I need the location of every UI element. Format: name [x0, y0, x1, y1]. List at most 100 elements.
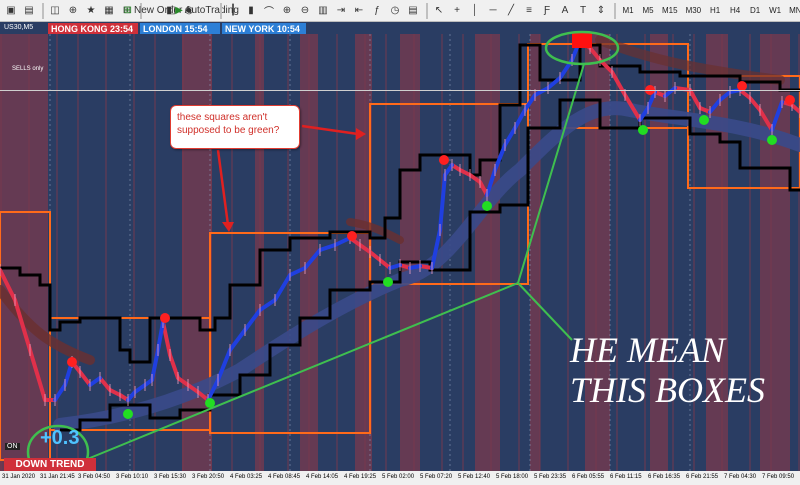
- toolbar-separator: [220, 2, 222, 19]
- periods-icon[interactable]: ◷: [387, 3, 403, 19]
- arrows-icon[interactable]: ⇕: [593, 3, 609, 19]
- session-time: 10:54: [276, 23, 300, 34]
- session-stripe: [336, 34, 338, 471]
- chart-shift-icon[interactable]: ⇤: [351, 3, 367, 19]
- sells-only-label: SELLS only: [12, 66, 44, 72]
- time-axis-label: 4 Feb 03:25: [230, 474, 263, 480]
- toolbar-separator: [42, 2, 44, 19]
- time-axis-label: 6 Feb 16:35: [648, 474, 681, 480]
- buy-signal-dot: [123, 409, 133, 419]
- sell-signal-dot: [67, 357, 77, 367]
- time-axis-label: 4 Feb 19:25: [344, 474, 377, 480]
- cursor-icon[interactable]: ↖: [431, 3, 447, 19]
- session-stripe: [364, 34, 366, 471]
- time-axis-label: 31 Jan 2020: [2, 474, 36, 480]
- timeframe-h4[interactable]: H4: [726, 3, 744, 19]
- buy-signal-dot: [699, 115, 709, 125]
- label-icon[interactable]: T: [575, 3, 591, 19]
- text-icon[interactable]: A: [557, 3, 573, 19]
- channel-icon[interactable]: ≡: [521, 3, 537, 19]
- new-order-icon: ⊞: [123, 5, 133, 16]
- buy-signal-dot: [383, 277, 393, 287]
- navigator-icon[interactable]: ★: [83, 3, 99, 19]
- time-axis-label: 4 Feb 08:45: [268, 474, 301, 480]
- new-chart-icon[interactable]: ▣: [3, 3, 19, 19]
- time-axis: 31 Jan 2020 31 Jan 21:45 3 Feb 04:50 3 Feb …: [0, 471, 800, 485]
- timeframe-m15[interactable]: M15: [659, 3, 681, 19]
- session-stripe: [308, 34, 310, 471]
- timeframe-m5[interactable]: M5: [639, 3, 657, 19]
- timeframe-m30[interactable]: M30: [683, 3, 705, 19]
- toolbar-separator: [426, 2, 428, 19]
- session-time: 15:54: [184, 23, 208, 34]
- time-axis-label: 5 Feb 12:40: [458, 474, 491, 480]
- autotrading-icon: ▶: [175, 5, 183, 16]
- session-stripe: [182, 34, 184, 471]
- session-stripe: [385, 34, 387, 471]
- toolbar: ▣ ▤ ◫ ⊕ ★ ▦ ⊞ ⊞ New Order ◧ ◉ ▶ AutoTradin…: [0, 0, 800, 22]
- timeframe-mn[interactable]: MN: [786, 3, 800, 19]
- bar-chart-icon[interactable]: ┃: [225, 3, 241, 19]
- session-stripe: [0, 34, 48, 471]
- session-stripe: [105, 34, 107, 471]
- time-axis-label: 5 Feb 18:00: [496, 474, 529, 480]
- autotrading-button[interactable]: ▶ AutoTrading: [175, 3, 239, 19]
- sell-signal-dot: [347, 231, 357, 241]
- session-stripe: [287, 34, 289, 471]
- line-chart-icon[interactable]: ⌒: [261, 3, 277, 19]
- data-window-icon[interactable]: ⊕: [65, 3, 81, 19]
- fibonacci-icon[interactable]: Ƒ: [539, 3, 555, 19]
- time-axis-label: 5 Feb 07:20: [420, 474, 453, 480]
- sell-signal-dot: [785, 95, 795, 105]
- indicators-icon[interactable]: ƒ: [369, 3, 385, 19]
- timeframe-d1[interactable]: D1: [746, 3, 764, 19]
- session-stripe: [475, 34, 500, 471]
- timeframe-m1[interactable]: M1: [619, 3, 637, 19]
- annotation-line-2: THIS BOXES: [570, 370, 765, 410]
- timeframe-w1[interactable]: W1: [766, 3, 784, 19]
- price-chart[interactable]: [0, 22, 800, 485]
- time-axis-label: 5 Feb 02:00: [382, 474, 415, 480]
- time-axis-label: 6 Feb 21:55: [686, 474, 719, 480]
- buy-signal-dot: [767, 135, 777, 145]
- tile-windows-icon[interactable]: ▥: [315, 3, 331, 19]
- chart-symbol: US30,M5: [4, 24, 34, 31]
- market-watch-icon[interactable]: ◫: [47, 3, 63, 19]
- session-stripe: [400, 34, 420, 471]
- new-order-button[interactable]: ⊞ New Order: [124, 3, 183, 19]
- buy-signal-dot: [638, 125, 648, 135]
- candlestick-icon[interactable]: ▮: [243, 3, 259, 19]
- on-toggle[interactable]: ON: [5, 443, 20, 450]
- top-marker: [572, 32, 592, 48]
- session-stripe: [539, 34, 541, 471]
- time-axis-label: 4 Feb 14:05: [306, 474, 339, 480]
- session-stripe: [462, 34, 464, 471]
- vertical-line-icon[interactable]: │: [467, 3, 483, 19]
- trendline-icon[interactable]: ╱: [503, 3, 519, 19]
- session-stripe: [77, 34, 79, 471]
- profiles-icon[interactable]: ▤: [21, 3, 37, 19]
- horizontal-line-icon[interactable]: ─: [485, 3, 501, 19]
- callout-note: these squares aren't supposed to be gree…: [170, 105, 300, 149]
- buy-signal-dot: [482, 201, 492, 211]
- time-axis-label: 31 Jan 21:45: [40, 474, 75, 480]
- time-axis-label: 3 Feb 20:50: [192, 474, 225, 480]
- autoscroll-icon[interactable]: ⇥: [333, 3, 349, 19]
- timeframe-h1[interactable]: H1: [706, 3, 724, 19]
- zoom-in-icon[interactable]: ⊕: [279, 3, 295, 19]
- session-stripe: [770, 34, 772, 471]
- terminal-icon[interactable]: ▦: [101, 3, 117, 19]
- horizontal-price-line[interactable]: [0, 90, 800, 91]
- timeframe-group: M1 M5 M15 M30 H1 H4 D1 W1 MN: [619, 3, 800, 19]
- time-axis-label: 7 Feb 09:50: [762, 474, 795, 480]
- session-stripe: [413, 34, 415, 471]
- session-london: LONDON 15:54: [140, 23, 220, 34]
- trend-value: +0.3: [40, 427, 80, 449]
- zoom-out-icon[interactable]: ⊖: [297, 3, 313, 19]
- time-axis-label: 3 Feb 10:10: [116, 474, 149, 480]
- session-new-york: NEW YORK 10:54: [222, 23, 306, 34]
- crosshair-icon[interactable]: +: [449, 3, 465, 19]
- time-axis-label: 7 Feb 04:30: [724, 474, 757, 480]
- time-axis-label: 6 Feb 05:55: [572, 474, 605, 480]
- templates-icon[interactable]: ▤: [405, 3, 421, 19]
